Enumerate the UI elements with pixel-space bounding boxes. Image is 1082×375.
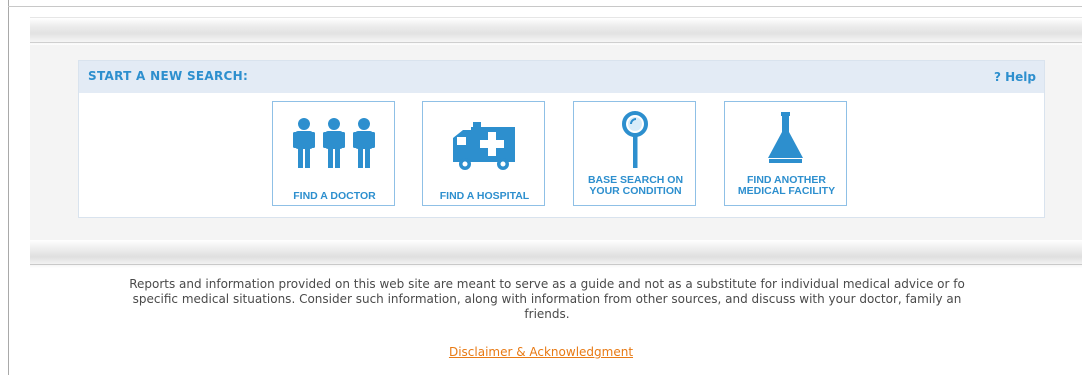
- search-panel: START A NEW SEARCH: ? Help: [78, 60, 1045, 218]
- disclaimer-line: Reports and information provided on this…: [129, 277, 965, 291]
- flask-icon: [768, 112, 803, 163]
- search-panel-title: START A NEW SEARCH:: [88, 69, 249, 83]
- top-divider-band: [30, 17, 1082, 46]
- help-link[interactable]: ? Help: [994, 70, 1036, 84]
- magnifier-icon: [622, 111, 648, 168]
- condition-search-button[interactable]: BASE SEARCH ON YOUR CONDITION: [573, 101, 696, 206]
- search-panel-header: START A NEW SEARCH: ? Help: [79, 61, 1044, 93]
- page-left-border: [8, 0, 9, 375]
- find-doctor-button[interactable]: FIND A DOCTOR: [272, 101, 395, 206]
- disclaimer-line: specific medical situations. Consider su…: [132, 292, 962, 306]
- disclaimer-link-row: Disclaimer & Acknowledgment: [0, 341, 1082, 360]
- find-doctor-label: FIND A DOCTOR: [293, 190, 376, 202]
- disclaimer-link[interactable]: Disclaimer & Acknowledgment: [449, 345, 633, 359]
- disclaimer-line: friends.: [524, 307, 570, 321]
- find-hospital-button[interactable]: FIND A HOSPITAL: [422, 101, 545, 206]
- condition-search-label-line2: YOUR CONDITION: [589, 185, 682, 197]
- other-facility-button[interactable]: FIND ANOTHER MEDICAL FACILITY: [724, 101, 847, 206]
- disclaimer-text: Reports and information provided on this…: [12, 277, 1082, 327]
- ambulance-icon: [453, 122, 515, 170]
- doctors-icon: [293, 118, 375, 168]
- page-top-border: [8, 6, 1082, 7]
- other-facility-label-line2: MEDICAL FACILITY: [737, 185, 836, 197]
- bottom-divider-band: [30, 240, 1082, 268]
- find-hospital-label: FIND A HOSPITAL: [439, 190, 530, 202]
